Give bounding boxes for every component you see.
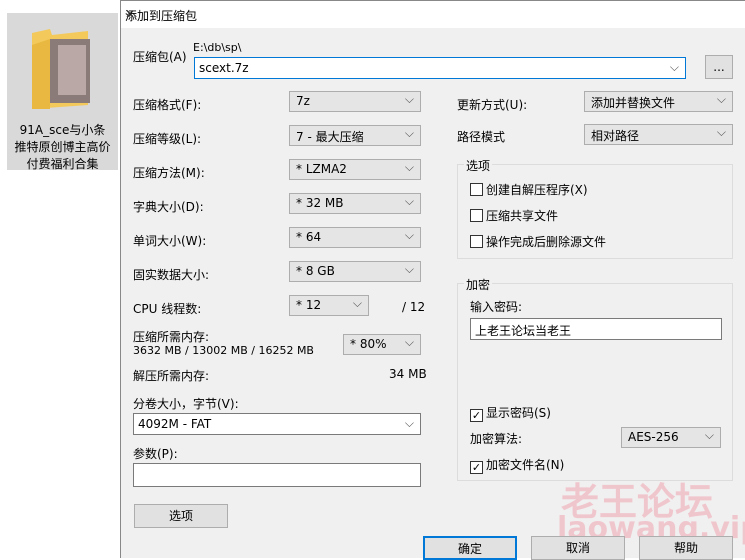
cpu-label: CPU 线程数: <box>133 302 202 316</box>
dict-select[interactable]: * 32 MB <box>289 193 421 214</box>
folder-name-line: 91A_sce与小条 <box>19 123 106 137</box>
sfx-label: 创建自解压程序(X) <box>486 183 588 197</box>
level-label: 压缩等级(L): <box>133 132 202 146</box>
word-select[interactable]: * 64 <box>289 227 421 248</box>
decomp-label: 解压所需内存: <box>133 369 210 383</box>
options-group-title: 选项 <box>464 157 493 174</box>
encrypt-names-label: 加密文件名(N) <box>486 458 565 472</box>
cpu-select[interactable]: * 12 <box>289 295 369 316</box>
archive-path: E:\db\sp\ <box>193 41 242 54</box>
sfx-checkbox[interactable]: 创建自解压程序(X) <box>470 181 588 198</box>
dict-label: 字典大小(D): <box>133 200 204 214</box>
close-icon[interactable]: ✕ <box>125 7 738 21</box>
password-label: 输入密码: <box>470 300 523 314</box>
archive-name-value: scext.7z <box>199 61 249 75</box>
add-to-archive-dialog: 添加到压缩包 ✕ 压缩包(A) E:\db\sp\ scext.7z ⌵ ... … <box>120 0 745 560</box>
split-combo[interactable]: 4092M - FAT ⌵ <box>133 413 421 435</box>
solid-select[interactable]: * 8 GB <box>289 261 421 282</box>
enc-method-select[interactable]: AES-256 <box>621 427 721 448</box>
checkbox-checked-icon: ✓ <box>470 461 483 474</box>
encryption-group: 加密 输入密码: 上老王论坛当老王 ✓ 显示密码(S) 加密算法: AES-256… <box>457 276 733 481</box>
chevron-down-icon: ⌵ <box>669 60 679 74</box>
method-select[interactable]: * LZMA2 <box>289 159 421 180</box>
options-button[interactable]: 选项 <box>134 504 228 528</box>
ok-button[interactable]: 确定 <box>423 536 517 560</box>
cancel-button[interactable]: 取消 <box>531 536 625 560</box>
encrypt-names-checkbox[interactable]: ✓ 加密文件名(N) <box>470 456 564 474</box>
show-password-label: 显示密码(S) <box>486 406 551 420</box>
method-label: 压缩方法(M): <box>133 166 205 180</box>
folder-name-line: 推特原创博主高价 <box>14 140 111 154</box>
archive-label: 压缩包(A) <box>133 50 187 64</box>
encryption-group-title: 加密 <box>464 276 493 293</box>
archive-name-combo[interactable]: scext.7z ⌵ <box>194 57 686 79</box>
browse-button[interactable]: ... <box>705 55 733 79</box>
checkbox-icon <box>470 183 483 196</box>
checkbox-icon <box>470 209 483 222</box>
delete-checkbox[interactable]: 操作完成后删除源文件 <box>470 233 606 250</box>
folder-icon <box>32 29 90 109</box>
folder-name: 91A_sce与小条 推特原创博主高价 付费福利合集 <box>7 122 118 173</box>
update-label: 更新方式(U): <box>457 98 528 112</box>
format-label: 压缩格式(F): <box>133 98 202 112</box>
show-password-checkbox[interactable]: ✓ 显示密码(S) <box>470 404 551 422</box>
word-label: 单词大小(W): <box>133 234 207 248</box>
path-label: 路径模式 <box>457 130 506 144</box>
folder-name-line: 付费福利合集 <box>26 157 99 171</box>
chevron-down-icon: ⌵ <box>404 416 414 430</box>
password-input[interactable]: 上老王论坛当老王 <box>470 318 722 340</box>
decomp-value: 34 MB <box>389 367 427 381</box>
mem-label: 压缩所需内存: <box>133 330 210 344</box>
options-group: 选项 创建自解压程序(X) 压缩共享文件 操作完成后删除源文件 <box>457 157 733 259</box>
checkbox-checked-icon: ✓ <box>470 409 483 422</box>
shared-label: 压缩共享文件 <box>486 209 559 223</box>
format-select[interactable]: 7z <box>289 91 421 112</box>
split-value: 4092M - FAT <box>138 417 212 431</box>
delete-label: 操作完成后删除源文件 <box>486 235 607 249</box>
title-bar: 添加到压缩包 ✕ <box>121 1 745 28</box>
params-label: 参数(P): <box>133 447 178 461</box>
mem-percent-select[interactable]: * 80% <box>343 334 421 355</box>
level-select[interactable]: 7 - 最大压缩 <box>289 125 421 146</box>
enc-method-label: 加密算法: <box>470 432 523 446</box>
shared-checkbox[interactable]: 压缩共享文件 <box>470 207 558 224</box>
checkbox-icon <box>470 235 483 248</box>
params-input[interactable] <box>133 463 421 487</box>
path-select[interactable]: 相对路径 <box>584 124 733 145</box>
split-label: 分卷大小，字节(V): <box>133 397 239 411</box>
solid-label: 固实数据大小: <box>133 268 210 282</box>
mem-value: 3632 MB / 13002 MB / 16252 MB <box>133 344 314 357</box>
update-select[interactable]: 添加并替换文件 <box>584 91 733 112</box>
help-button[interactable]: 帮助 <box>639 536 733 560</box>
cpu-total: / 12 <box>402 300 426 314</box>
